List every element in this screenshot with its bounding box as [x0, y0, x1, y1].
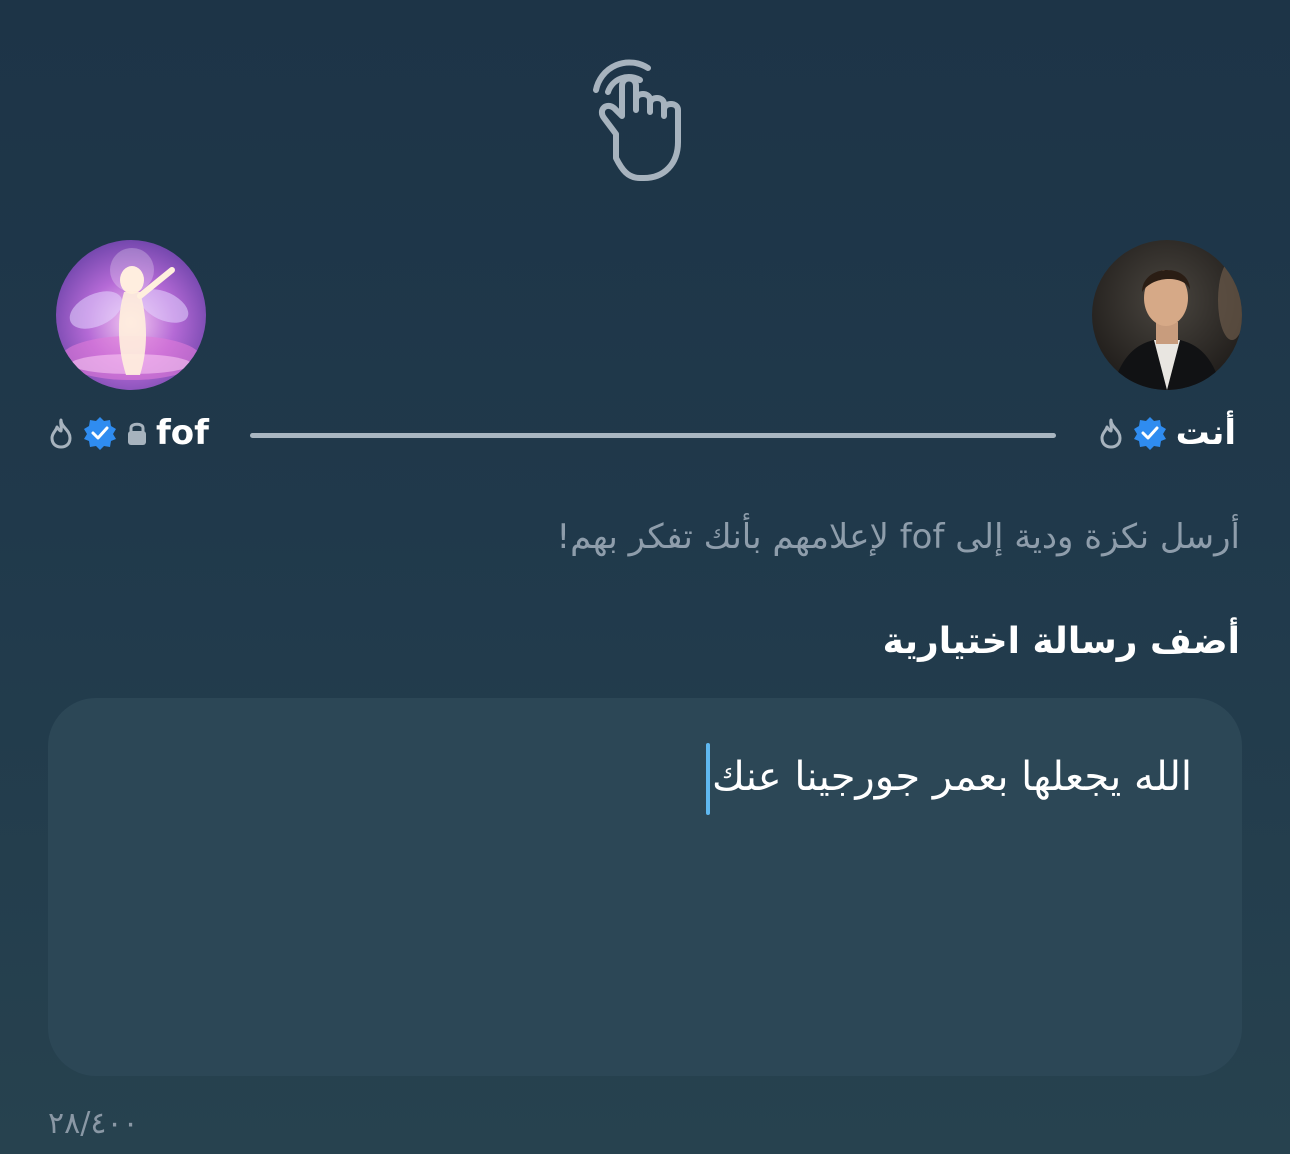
avatar-other[interactable] [56, 240, 206, 390]
other-name: fof [156, 413, 209, 453]
me-name: أنت [1175, 413, 1236, 453]
other-name-row: fof [48, 410, 209, 456]
message-text: الله يجعلها بعمر جورجينا عنك [712, 754, 1192, 800]
me-name-row: أنت [1098, 410, 1236, 456]
message-input[interactable]: الله يجعلها بعمر جورجينا عنك [48, 698, 1242, 1076]
flame-icon [48, 417, 74, 449]
flame-icon [1098, 417, 1124, 449]
lock-icon [126, 419, 148, 447]
text-caret [706, 743, 710, 815]
poke-description: أرسل نكزة ودية إلى fof لإعلامهم بأنك تفك… [556, 517, 1240, 557]
connection-line [250, 433, 1056, 438]
verified-badge-icon [82, 415, 118, 451]
optional-message-label: أضف رسالة اختيارية [882, 621, 1240, 662]
verified-badge-icon [1132, 415, 1168, 451]
pointing-hand-icon [582, 46, 708, 186]
character-counter: ٢٨/٤٠٠ [48, 1106, 139, 1141]
avatar-me[interactable] [1092, 240, 1242, 390]
message-text-row: الله يجعلها بعمر جورجينا عنك [706, 742, 1192, 815]
